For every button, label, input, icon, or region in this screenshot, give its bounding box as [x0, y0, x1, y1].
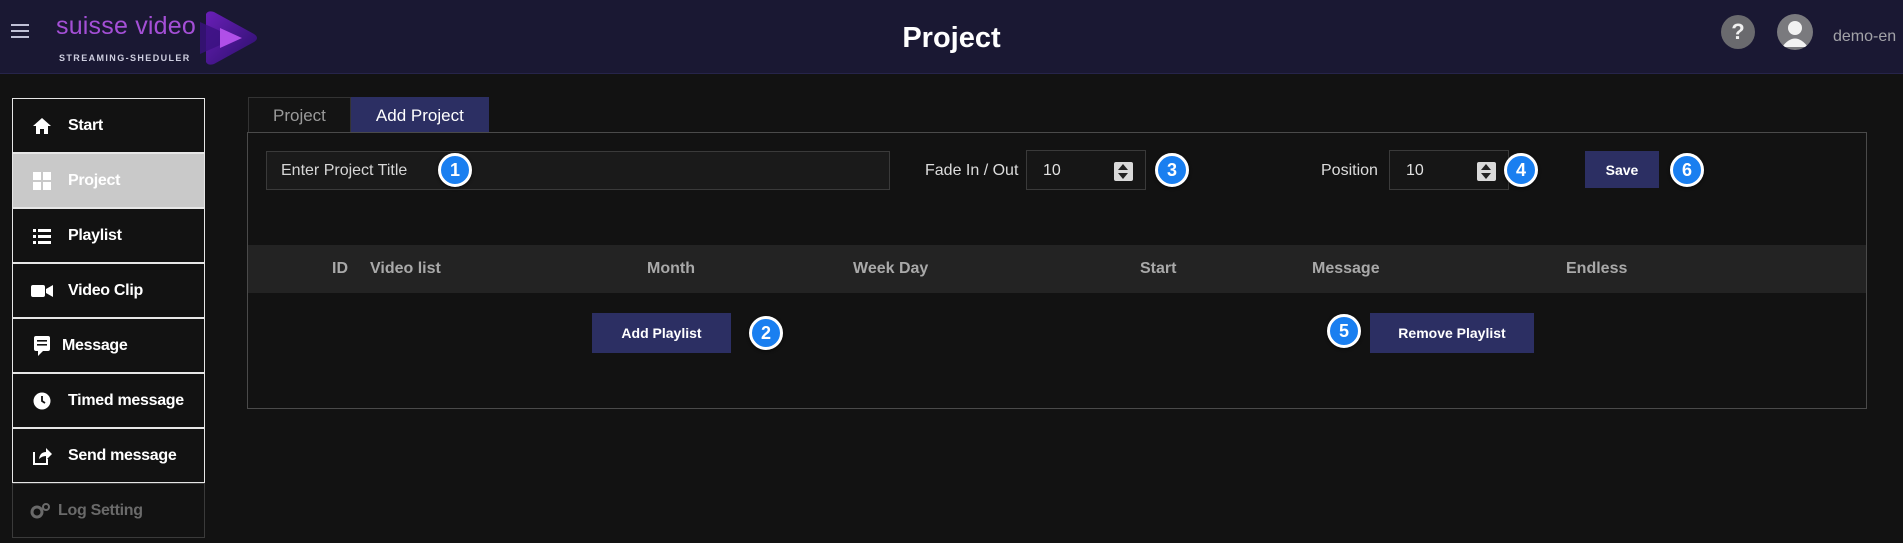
tab-bar: Project Add Project	[248, 97, 489, 132]
sidebar-item-video-clip[interactable]: Video Clip	[12, 263, 205, 318]
save-button[interactable]: Save	[1585, 151, 1659, 188]
tab-project[interactable]: Project	[248, 97, 351, 132]
fade-label: Fade In / Out	[925, 162, 1019, 179]
help-button[interactable]: ?	[1721, 15, 1755, 49]
page-title: Project	[902, 22, 1001, 54]
annotation-badge-2: 2	[749, 316, 783, 350]
column-header-start: Start	[1140, 260, 1177, 277]
sidebar-item-start[interactable]: Start	[12, 98, 205, 153]
add-playlist-button[interactable]: Add Playlist	[592, 313, 731, 353]
sidebar-item-label: Project	[68, 171, 121, 189]
annotation-badge-3: 3	[1155, 153, 1189, 187]
column-header-message: Message	[1312, 260, 1380, 277]
column-header-id: ID	[332, 260, 348, 277]
share-icon	[30, 444, 54, 468]
sidebar-item-message[interactable]: Message	[12, 318, 205, 373]
message-icon	[30, 334, 54, 358]
column-header-endless: Endless	[1566, 260, 1628, 277]
video-camera-icon	[30, 279, 54, 303]
sidebar-item-playlist[interactable]: Playlist	[12, 208, 205, 263]
sidebar-item-label: Video Clip	[68, 281, 143, 299]
column-header-month: Month	[647, 260, 695, 277]
position-label: Position	[1321, 162, 1378, 179]
tab-add-project[interactable]: Add Project	[350, 97, 489, 132]
annotation-badge-6: 6	[1670, 153, 1704, 187]
column-header-video-list: Video list	[370, 260, 441, 277]
gears-icon	[28, 499, 52, 523]
sidebar-item-send-message[interactable]: Send message	[12, 428, 205, 483]
fade-in-out-input[interactable]: 10	[1026, 150, 1146, 190]
column-header-week-day: Week Day	[853, 260, 929, 277]
remove-playlist-button[interactable]: Remove Playlist	[1370, 313, 1534, 353]
top-bar: suisse video STREAMING-SHEDULER Project …	[0, 0, 1903, 74]
project-title-input[interactable]	[266, 151, 890, 190]
home-icon	[30, 114, 54, 138]
position-spinner-icon[interactable]	[1477, 162, 1496, 181]
sidebar: Start Project Playlist Video Clip Messag…	[12, 98, 205, 538]
position-value: 10	[1406, 162, 1424, 179]
table-header: ID Video list Month Week Day Start Messa…	[248, 245, 1866, 293]
sidebar-item-timed-message[interactable]: Timed message	[12, 373, 205, 428]
sidebar-item-project[interactable]: Project	[12, 153, 205, 208]
fade-value: 10	[1043, 162, 1061, 179]
sidebar-item-log-setting[interactable]: Log Setting	[12, 483, 205, 538]
sidebar-item-label: Timed message	[68, 391, 184, 409]
annotation-badge-4: 4	[1504, 153, 1538, 187]
clock-icon	[30, 389, 54, 413]
list-icon	[30, 224, 54, 248]
sidebar-item-label: Playlist	[68, 226, 122, 244]
username[interactable]: demo-en	[1833, 28, 1896, 46]
sidebar-item-label: Message	[62, 336, 128, 354]
sidebar-item-label: Log Setting	[58, 501, 143, 519]
annotation-badge-1: 1	[438, 153, 472, 187]
position-input[interactable]: 10	[1389, 150, 1509, 190]
grid-icon	[30, 169, 54, 193]
sidebar-item-label: Send message	[68, 446, 177, 464]
fade-spinner-icon[interactable]	[1114, 162, 1133, 181]
annotation-badge-5: 5	[1327, 314, 1361, 348]
sidebar-item-label: Start	[68, 116, 103, 134]
user-avatar-icon[interactable]	[1777, 14, 1813, 50]
